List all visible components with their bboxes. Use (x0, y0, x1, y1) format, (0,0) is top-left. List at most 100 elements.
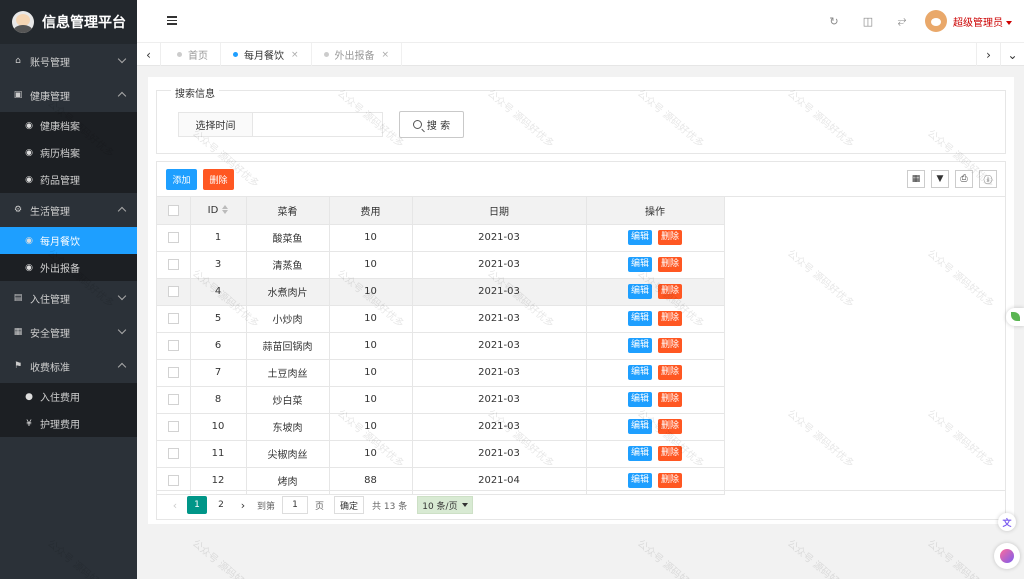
assistant-icon[interactable] (994, 543, 1020, 569)
goto-page-input[interactable]: 1 (282, 496, 309, 514)
menu-group-security[interactable]: ▦ 安全管理 (0, 315, 137, 349)
column-id[interactable]: ID (190, 197, 247, 225)
tab-home[interactable]: 首页 (165, 43, 221, 66)
edit-button[interactable]: 编辑 (627, 338, 652, 353)
row-select-cell[interactable] (157, 332, 191, 360)
delete-button[interactable]: 删除 (658, 284, 683, 299)
next-page-icon[interactable]: › (233, 499, 253, 512)
delete-button[interactable]: 删除 (658, 392, 683, 407)
date-input[interactable] (252, 112, 383, 137)
row-checkbox[interactable] (167, 312, 179, 324)
tab-scroll-right-icon[interactable]: › (976, 43, 1000, 66)
delete-button[interactable]: 删除 (658, 230, 683, 245)
table-row[interactable]: 5 小炒肉 10 2021-03 编辑 删除 (157, 305, 725, 333)
row-checkbox[interactable] (167, 258, 179, 270)
edit-button[interactable]: 编辑 (627, 257, 652, 272)
row-select-cell[interactable] (157, 386, 191, 414)
menu-group-checkin[interactable]: ▤ 入住管理 (0, 281, 137, 315)
refresh-icon[interactable]: ↻ (817, 15, 851, 28)
select-all-checkbox[interactable] (167, 204, 179, 216)
table-row[interactable]: 3 清蒸鱼 10 2021-03 编辑 删除 (157, 251, 725, 279)
tab-scroll-left-icon[interactable]: ‹ (137, 43, 161, 66)
table-row[interactable]: 7 土豆肉丝 10 2021-03 编辑 删除 (157, 359, 725, 387)
sidebar-item-medical-records[interactable]: ◉ 病历档案 (0, 139, 137, 166)
table-row[interactable]: 1 酸菜鱼 10 2021-03 编辑 删除 (157, 224, 725, 252)
menu-group-fees[interactable]: ⚑ 收费标准 (0, 349, 137, 383)
sidebar-item-outing-report[interactable]: ◉ 外出报备 (0, 254, 137, 281)
edit-button[interactable]: 编辑 (627, 365, 652, 380)
user-menu[interactable]: 超级管理员 (953, 14, 1012, 29)
page-size-select[interactable]: 10 条/页 (417, 496, 473, 514)
delete-button[interactable]: 删除 (658, 257, 683, 272)
row-checkbox[interactable] (167, 231, 179, 243)
edit-button[interactable]: 编辑 (627, 446, 652, 461)
row-checkbox[interactable] (167, 285, 179, 297)
close-icon[interactable]: × (291, 50, 299, 60)
print-icon[interactable]: ⎙ (955, 170, 973, 188)
table-row[interactable]: 8 炒白菜 10 2021-03 编辑 删除 (157, 386, 725, 414)
row-checkbox[interactable] (167, 447, 179, 459)
row-select-cell[interactable] (157, 251, 191, 279)
select-all-cell[interactable] (157, 197, 191, 225)
page-2[interactable]: 2 (211, 496, 231, 514)
row-checkbox[interactable] (167, 474, 179, 486)
sidebar-item-care-fee[interactable]: ¥ 护理费用 (0, 410, 137, 437)
row-checkbox[interactable] (167, 339, 179, 351)
menu-toggle-icon[interactable] (167, 16, 177, 25)
table-row[interactable]: 11 尖椒肉丝 10 2021-03 编辑 删除 (157, 440, 725, 468)
table-row[interactable]: 10 东坡肉 10 2021-03 编辑 删除 (157, 413, 725, 441)
avatar[interactable] (925, 10, 947, 32)
tab-outing-report[interactable]: 外出报备 × (312, 43, 403, 66)
delete-button[interactable]: 删除 (658, 365, 683, 380)
sidebar-item-checkin-fee[interactable]: ● 入住费用 (0, 383, 137, 410)
edit-button[interactable]: 编辑 (627, 473, 652, 488)
trash-icon[interactable]: ◫ (851, 15, 885, 28)
translate-icon[interactable]: 文 (998, 513, 1016, 531)
edit-button[interactable]: 编辑 (627, 419, 652, 434)
row-select-cell[interactable] (157, 305, 191, 333)
page-1[interactable]: 1 (187, 496, 207, 514)
tab-menu-chevron-down-icon[interactable]: ⌄ (1000, 43, 1024, 66)
columns-icon[interactable]: ▦ (907, 170, 925, 188)
row-select-cell[interactable] (157, 359, 191, 387)
logo[interactable]: 信息管理平台 (0, 0, 137, 44)
sidebar-item-medicine[interactable]: ◉ 药品管理 (0, 166, 137, 193)
delete-button[interactable]: 删除 (658, 338, 683, 353)
row-select-cell[interactable] (157, 413, 191, 441)
export-icon[interactable]: ▼ (931, 170, 949, 188)
sidebar-item-monthly-meals[interactable]: ◉ 每月餐饮 (0, 227, 137, 254)
batch-delete-button[interactable]: 删除 (203, 169, 234, 190)
row-checkbox[interactable] (167, 393, 179, 405)
menu-group-life[interactable]: ⚙ 生活管理 (0, 193, 137, 227)
search-button[interactable]: 搜 索 (399, 111, 464, 138)
row-select-cell[interactable] (157, 467, 191, 495)
row-select-cell[interactable] (157, 440, 191, 468)
menu-group-health[interactable]: ▣ 健康管理 (0, 78, 137, 112)
fullscreen-icon[interactable]: ⥂ (885, 14, 919, 28)
edit-button[interactable]: 编辑 (627, 230, 652, 245)
info-icon[interactable]: ⓘ (979, 170, 997, 188)
sort-icon[interactable] (222, 205, 229, 215)
table-row[interactable]: 6 蒜苗回锅肉 10 2021-03 编辑 删除 (157, 332, 725, 360)
delete-button[interactable]: 删除 (658, 419, 683, 434)
row-checkbox[interactable] (167, 420, 179, 432)
table-row[interactable]: 4 水煮肉片 10 2021-03 编辑 删除 (157, 278, 725, 306)
edit-button[interactable]: 编辑 (627, 284, 652, 299)
row-checkbox[interactable] (167, 366, 179, 378)
edit-button[interactable]: 编辑 (627, 392, 652, 407)
prev-page-icon[interactable]: ‹ (165, 499, 185, 512)
table-row[interactable]: 12 烤肉 88 2021-04 编辑 删除 (157, 467, 725, 495)
row-select-cell[interactable] (157, 224, 191, 252)
tab-monthly-meals[interactable]: 每月餐饮 × (221, 43, 312, 66)
sidebar-item-health-records[interactable]: ◉ 健康档案 (0, 112, 137, 139)
leaf-icon[interactable] (1006, 308, 1024, 326)
menu-group-account[interactable]: ⌂ 账号管理 (0, 44, 137, 78)
row-select-cell[interactable] (157, 278, 191, 306)
edit-button[interactable]: 编辑 (627, 311, 652, 326)
close-icon[interactable]: × (382, 50, 390, 60)
add-button[interactable]: 添加 (166, 169, 197, 190)
delete-button[interactable]: 删除 (658, 446, 683, 461)
goto-confirm-button[interactable]: 确定 (334, 496, 365, 514)
delete-button[interactable]: 删除 (658, 473, 683, 488)
delete-button[interactable]: 删除 (658, 311, 683, 326)
